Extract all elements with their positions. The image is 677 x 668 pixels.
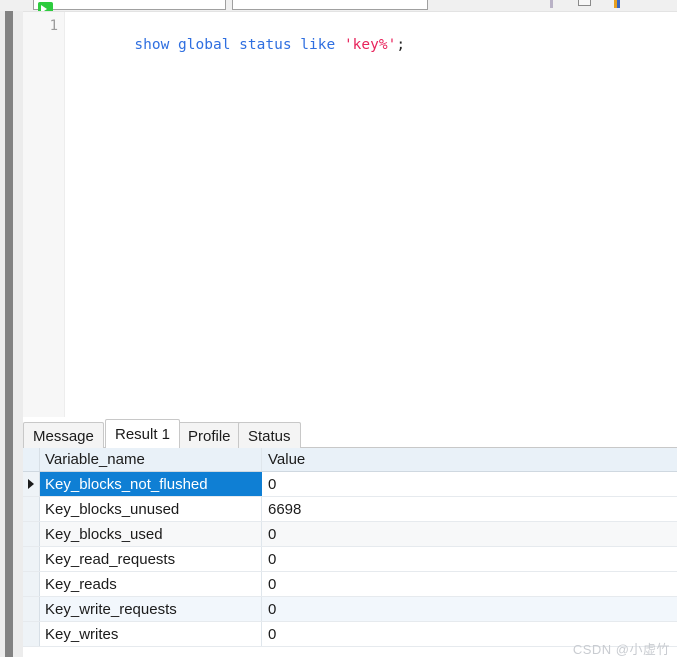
sql-editor[interactable]: 1 show global status like 'key%'; <box>23 11 677 417</box>
watermark-text: CSDN @小虚竹 <box>572 642 670 657</box>
tab-status[interactable]: Status <box>238 422 301 448</box>
cell-variable-name[interactable]: Key_writes <box>40 622 262 646</box>
row-indicator-cell <box>23 472 40 496</box>
results-pane: Message Result 1 Profile Status Variable… <box>23 417 677 657</box>
tab-profile[interactable]: Profile <box>178 422 241 448</box>
sql-space-2 <box>230 37 239 53</box>
header-indicator-cell <box>23 448 40 471</box>
toolbar-icon-format[interactable] <box>617 0 620 8</box>
results-tabstrip: Message Result 1 Profile Status <box>23 417 677 448</box>
cell-value[interactable]: 0 <box>262 522 677 546</box>
sql-keyword-like: like <box>300 37 336 53</box>
cell-value[interactable]: 0 <box>262 597 677 621</box>
sql-keyword-global: global <box>178 37 231 53</box>
cell-value[interactable]: 0 <box>262 472 677 496</box>
table-row[interactable]: Key_write_requests 0 <box>23 597 677 622</box>
sql-space-3 <box>292 37 301 53</box>
cell-variable-name[interactable]: Key_blocks_unused <box>40 497 262 521</box>
results-grid[interactable]: Variable_name Value Key_blocks_not_flush… <box>23 448 677 657</box>
cell-variable-name[interactable]: Key_read_requests <box>40 547 262 571</box>
current-row-arrow-icon <box>28 479 34 489</box>
tab-result-1[interactable]: Result 1 <box>105 419 181 448</box>
table-row[interactable]: Key_blocks_used 0 <box>23 522 677 547</box>
cell-variable-name[interactable]: Key_blocks_not_flushed <box>40 472 262 496</box>
bottom-fill <box>0 657 677 668</box>
toolbar <box>0 0 677 11</box>
cell-variable-name[interactable]: Key_write_requests <box>40 597 262 621</box>
sql-space-4 <box>335 37 344 53</box>
row-indicator-cell <box>23 497 40 521</box>
column-header-variable-name[interactable]: Variable_name <box>40 448 262 471</box>
run-green-icon[interactable] <box>38 2 53 11</box>
sql-space-1 <box>169 37 178 53</box>
sql-semicolon: ; <box>396 37 406 53</box>
left-scrollbar[interactable] <box>5 11 13 657</box>
row-indicator-cell <box>23 547 40 571</box>
database-combo[interactable] <box>232 0 428 10</box>
cell-value[interactable]: 0 <box>262 547 677 571</box>
sql-keyword-show: show <box>134 37 170 53</box>
sql-client-window: 1 show global status like 'key%'; Messag… <box>0 0 677 668</box>
table-row[interactable]: Key_reads 0 <box>23 572 677 597</box>
table-row[interactable]: Key_blocks_unused 6698 <box>23 497 677 522</box>
sql-keyword-status: status <box>239 37 292 53</box>
cell-value[interactable]: 0 <box>262 572 677 596</box>
table-row[interactable]: Key_read_requests 0 <box>23 547 677 572</box>
tab-message[interactable]: Message <box>23 422 104 448</box>
grid-header-row: Variable_name Value <box>23 448 677 472</box>
line-number: 1 <box>49 18 58 34</box>
sql-code-area[interactable]: show global status like 'key%'; <box>66 12 677 417</box>
row-indicator-cell <box>23 522 40 546</box>
row-indicator-cell <box>23 597 40 621</box>
connection-combo[interactable] <box>33 0 226 11</box>
table-row[interactable]: Key_blocks_not_flushed 0 <box>23 472 677 497</box>
toolbar-icon-stop[interactable] <box>578 0 591 6</box>
cell-value[interactable]: 6698 <box>262 497 677 521</box>
row-indicator-cell <box>23 622 40 646</box>
column-header-value[interactable]: Value <box>262 448 677 471</box>
editor-gutter: 1 <box>23 12 65 417</box>
cell-variable-name[interactable]: Key_reads <box>40 572 262 596</box>
sql-string-literal: 'key%' <box>343 37 397 53</box>
row-indicator-cell <box>23 572 40 596</box>
cell-variable-name[interactable]: Key_blocks_used <box>40 522 262 546</box>
toolbar-icon-one[interactable] <box>550 0 553 8</box>
